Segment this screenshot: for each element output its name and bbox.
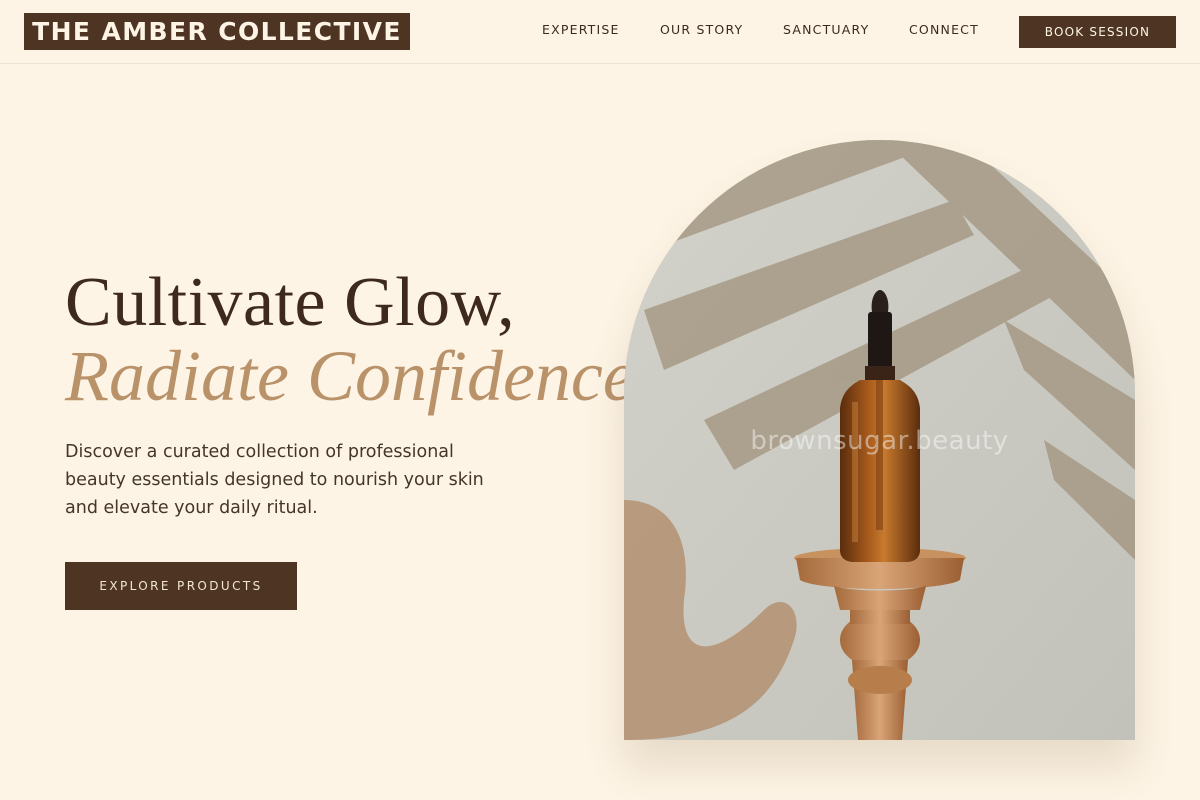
hero-headline: Cultivate Glow, Radiate Confidence.	[65, 264, 653, 416]
book-session-button[interactable]: BOOK SESSION	[1019, 16, 1176, 48]
nav-link-sanctuary[interactable]: SANCTUARY	[783, 22, 869, 37]
hero-description: Discover a curated collection of profess…	[65, 442, 484, 518]
brand-logo[interactable]: THE AMBER COLLECTIVE	[24, 13, 410, 50]
hero-headline-accent: Radiate Confidence.	[65, 336, 653, 416]
hero-headline-primary: Cultivate Glow,	[65, 264, 516, 341]
nav-link-expertise[interactable]: EXPERTISE	[542, 22, 620, 37]
hero-image: brownsugar.beauty	[624, 140, 1135, 740]
nav-link-our-story[interactable]: OUR STORY	[660, 22, 743, 37]
site-header: THE AMBER COLLECTIVE EXPERTISE OUR STORY…	[0, 0, 1200, 64]
product-photo-illustration	[624, 140, 1135, 740]
landing-page: THE AMBER COLLECTIVE EXPERTISE OUR STORY…	[0, 0, 1200, 800]
nav-link-connect[interactable]: CONNECT	[909, 22, 979, 37]
explore-products-button[interactable]: EXPLORE PRODUCTS	[65, 562, 297, 610]
